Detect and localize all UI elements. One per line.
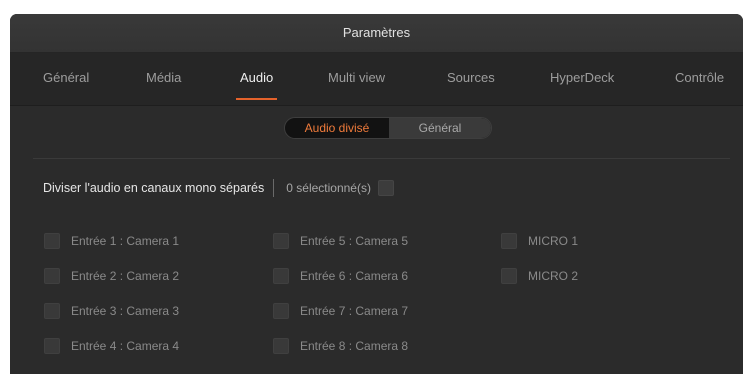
split-audio-option[interactable]: Audio divisé <box>285 118 389 138</box>
audio-mode-switch: Audio divisé Général <box>284 117 492 139</box>
split-audio-row: Diviser l'audio en canaux mono séparés 0… <box>43 178 394 198</box>
input-2-label: Entrée 2 : Camera 2 <box>71 269 180 283</box>
tab-bar: Général Média Audio Multi view Sources H… <box>10 53 743 106</box>
input-3-option[interactable]: Entrée 3 : Camera 3 <box>44 302 179 320</box>
selected-count: 0 sélectionné(s) <box>286 181 371 195</box>
input-3-label: Entrée 3 : Camera 3 <box>71 304 180 318</box>
tab-multi-view[interactable]: Multi view <box>328 53 385 105</box>
input-1-option[interactable]: Entrée 1 : Camera 1 <box>44 232 179 250</box>
mic-1-label: MICRO 1 <box>528 234 579 248</box>
general-audio-option[interactable]: Général <box>389 118 491 138</box>
vertical-separator <box>273 179 275 197</box>
window-title: Paramètres <box>10 14 743 53</box>
input-2-option[interactable]: Entrée 2 : Camera 2 <box>44 267 179 285</box>
input-5-option[interactable]: Entrée 5 : Camera 5 <box>273 232 408 250</box>
input-6-label: Entrée 6 : Camera 6 <box>300 269 409 283</box>
tab-controle[interactable]: Contrôle <box>675 53 724 105</box>
input-6-option[interactable]: Entrée 6 : Camera 6 <box>273 267 408 285</box>
tab-general[interactable]: Général <box>43 53 89 105</box>
input-1-label: Entrée 1 : Camera 1 <box>71 234 180 248</box>
mic-2-checkbox[interactable] <box>501 268 517 284</box>
settings-dialog: Paramètres Général Média Audio Multi vie… <box>10 14 743 374</box>
tab-media[interactable]: Média <box>146 53 181 105</box>
audio-panel: Audio divisé Général Diviser l'audio en … <box>10 106 743 374</box>
tab-audio[interactable]: Audio <box>235 53 278 105</box>
input-4-label: Entrée 4 : Camera 4 <box>71 339 180 353</box>
tab-sources[interactable]: Sources <box>447 53 495 105</box>
input-8-label: Entrée 8 : Camera 8 <box>300 339 409 353</box>
input-7-option[interactable]: Entrée 7 : Camera 7 <box>273 302 408 320</box>
input-4-checkbox[interactable] <box>44 338 60 354</box>
input-4-option[interactable]: Entrée 4 : Camera 4 <box>44 337 179 355</box>
mic-1-option[interactable]: MICRO 1 <box>501 232 578 250</box>
input-8-option[interactable]: Entrée 8 : Camera 8 <box>273 337 408 355</box>
mic-2-label: MICRO 2 <box>528 269 579 283</box>
input-8-checkbox[interactable] <box>273 338 289 354</box>
select-all-checkbox[interactable] <box>377 180 394 196</box>
input-6-checkbox[interactable] <box>273 268 289 284</box>
input-3-checkbox[interactable] <box>44 303 60 319</box>
input-5-checkbox[interactable] <box>273 233 289 249</box>
input-2-checkbox[interactable] <box>44 268 60 284</box>
input-1-checkbox[interactable] <box>44 233 60 249</box>
input-5-label: Entrée 5 : Camera 5 <box>300 234 409 248</box>
tab-hyperdeck[interactable]: HyperDeck <box>550 53 614 105</box>
split-audio-label: Diviser l'audio en canaux mono séparés <box>43 181 265 195</box>
section-divider <box>33 158 730 159</box>
mic-2-option[interactable]: MICRO 2 <box>501 267 578 285</box>
mic-1-checkbox[interactable] <box>501 233 517 249</box>
input-7-label: Entrée 7 : Camera 7 <box>300 304 409 318</box>
input-7-checkbox[interactable] <box>273 303 289 319</box>
